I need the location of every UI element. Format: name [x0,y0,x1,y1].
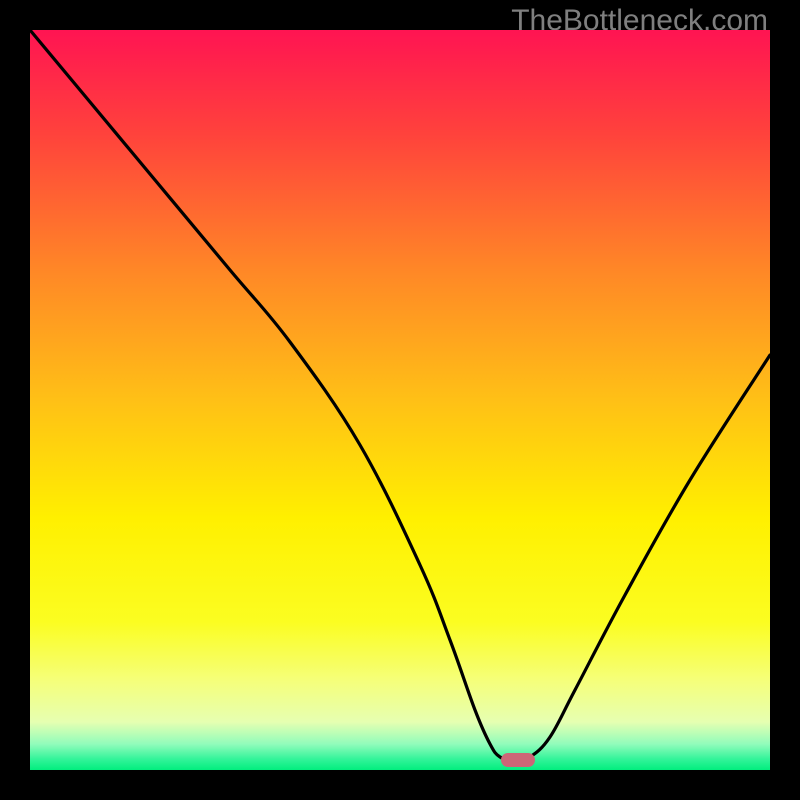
optimum-marker [501,753,535,767]
chart-svg [30,30,770,770]
gradient-background [30,30,770,770]
plot-area [30,30,770,770]
chart-frame: TheBottleneck.com [0,0,800,800]
